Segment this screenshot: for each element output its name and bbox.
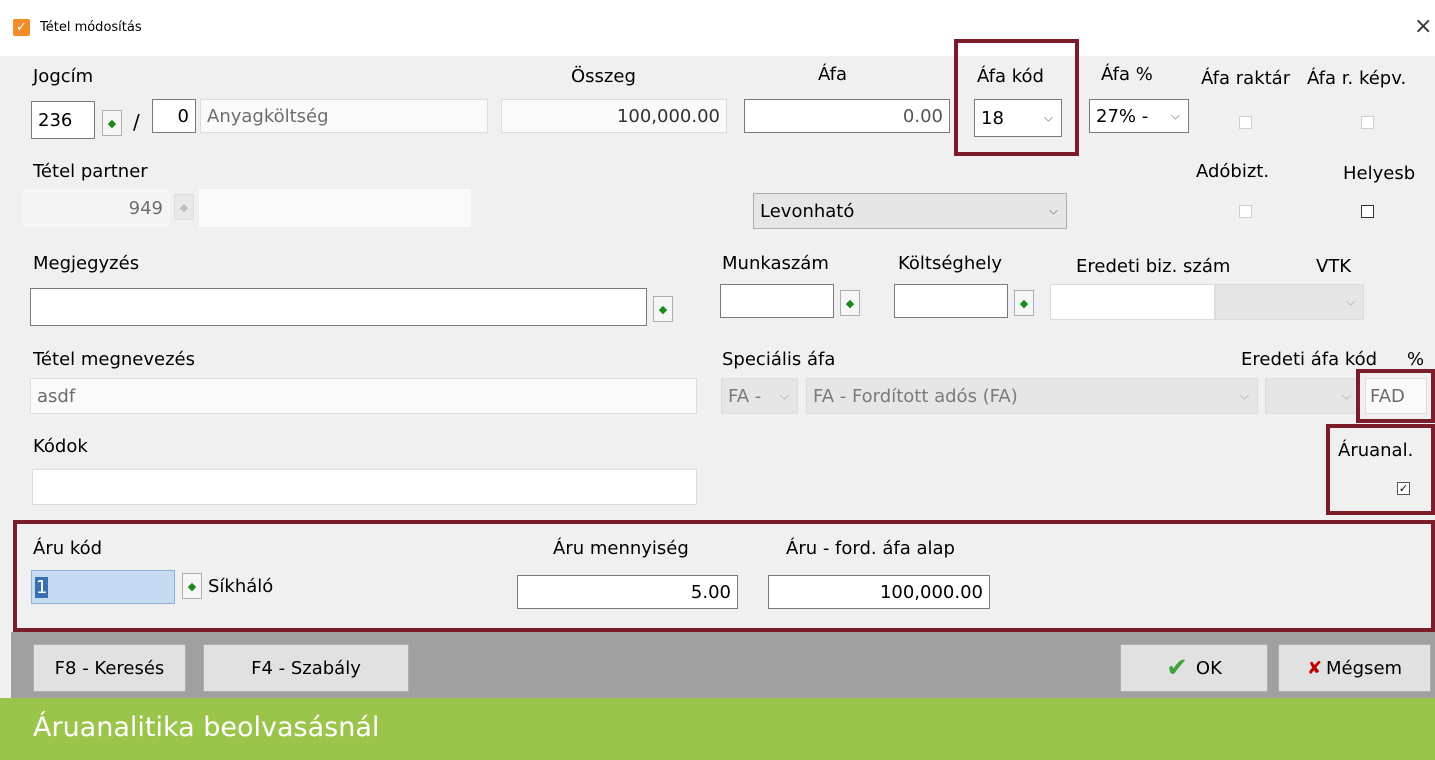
koltseghely-pick-button[interactable]: ◆ xyxy=(1014,290,1034,316)
label-pct: % xyxy=(1407,349,1425,370)
spec-afa-name-select: FA - Fordított adós (FA) ⌵ xyxy=(806,378,1258,414)
chevron-down-icon: ⌵ xyxy=(779,388,789,403)
highlight-afa-kod xyxy=(954,39,1079,156)
munkaszam-pick-button[interactable]: ◆ xyxy=(840,290,860,316)
app-icon: ✓ xyxy=(13,19,30,36)
label-tetel-megnevezes: Tétel megnevezés xyxy=(33,349,196,370)
jogcim-separator: / xyxy=(133,110,140,134)
tetel-megnevezes-field: asdf xyxy=(30,378,697,414)
helyesb-checkbox[interactable] xyxy=(1361,205,1374,218)
jogcim-code-input[interactable]: 236 xyxy=(31,101,95,139)
arrow-left-icon: ◆ xyxy=(187,579,197,593)
x-icon: ✘ xyxy=(1306,657,1323,679)
caption-text: Áruanalitika beolvasásnál xyxy=(33,712,380,743)
caption-bar: Áruanalitika beolvasásnál xyxy=(0,698,1435,760)
label-megjegyzes: Megjegyzés xyxy=(33,253,140,274)
spec-afa-code-value: FA - xyxy=(728,385,762,407)
label-vtk: VTK xyxy=(1316,256,1352,277)
label-kodok: Kódok xyxy=(33,436,88,457)
spec-afa-code-select: FA - ⌵ xyxy=(721,378,798,414)
chevron-down-icon: ⌵ xyxy=(1170,108,1180,123)
afa-raktar-checkbox[interactable] xyxy=(1239,116,1252,129)
aru-kod-pick-button[interactable]: ◆ xyxy=(182,573,202,599)
osszeg-field: 100,000.00 xyxy=(501,99,727,133)
label-eredeti-afa-kod: Eredeti áfa kód xyxy=(1241,349,1378,370)
highlight-fad xyxy=(1356,369,1435,423)
label-afa-raktar: Áfa raktár xyxy=(1201,68,1291,89)
label-aru-mennyiseg: Áru mennyiség xyxy=(553,538,689,559)
aru-kod-input[interactable]: 1 xyxy=(31,570,175,604)
munkaszam-input[interactable] xyxy=(720,284,834,318)
window-title: Tétel módosítás xyxy=(40,20,142,35)
afa-pct-select[interactable]: 27% - ⌵ xyxy=(1089,99,1189,133)
highlight-aruanal xyxy=(1326,424,1435,515)
cancel-label: Mégsem xyxy=(1326,657,1403,679)
f4-rule-button[interactable]: F4 - Szabály xyxy=(203,644,409,692)
chevron-down-icon: ⌵ xyxy=(1239,388,1249,403)
label-eredeti-biz-szam: Eredeti biz. szám xyxy=(1076,256,1231,277)
aru-ford-afa-alap-input[interactable]: 100,000.00 xyxy=(768,575,990,609)
jogcim-name-field: Anyagköltség xyxy=(200,99,488,133)
aru-name: Síkháló xyxy=(208,576,274,597)
label-aru-kod: Áru kód xyxy=(33,538,103,559)
eredeti-biz-szam-input[interactable] xyxy=(1050,284,1215,320)
aru-kod-value: 1 xyxy=(35,576,49,598)
adobizt-checkbox[interactable] xyxy=(1239,205,1252,218)
levonhato-value: Levonható xyxy=(760,200,855,222)
arrow-left-icon: ◆ xyxy=(845,296,855,310)
f8-search-button[interactable]: F8 - Keresés xyxy=(33,644,186,692)
label-afa-pct: Áfa % xyxy=(1101,64,1153,85)
close-button[interactable]: × xyxy=(1414,14,1432,39)
check-icon: ✔ xyxy=(1166,653,1188,683)
label-afa: Áfa xyxy=(818,64,848,85)
partner-name-field xyxy=(199,189,471,227)
label-helyesb: Helyesb xyxy=(1343,163,1416,184)
aru-mennyiseg-input[interactable]: 5.00 xyxy=(517,575,738,609)
ok-label: OK xyxy=(1195,657,1222,679)
afa-pct-value: 27% - xyxy=(1096,105,1149,127)
label-koltseghely: Költséghely xyxy=(898,253,1002,274)
levonhato-select[interactable]: Levonható ⌵ xyxy=(753,193,1067,229)
eredeti-afa-kod-select: ⌵ xyxy=(1265,378,1360,414)
label-afa-r-kepv: Áfa r. képv. xyxy=(1307,68,1407,89)
chevron-down-icon: ⌵ xyxy=(1341,388,1351,403)
afa-r-kepv-checkbox[interactable] xyxy=(1361,116,1374,129)
cancel-button[interactable]: ✘ Mégsem xyxy=(1278,644,1431,692)
megjegyzes-input[interactable] xyxy=(30,288,647,326)
jogcim-sub-input[interactable]: 0 xyxy=(152,99,196,133)
megjegyzes-pick-button[interactable]: ◆ xyxy=(653,296,673,322)
ok-button[interactable]: ✔ OK xyxy=(1120,644,1268,692)
partner-pick-button: ◆ xyxy=(174,194,194,220)
chevron-down-icon: ⌵ xyxy=(1345,294,1355,309)
label-specialis-afa: Speciális áfa xyxy=(722,349,836,370)
label-adobizt: Adóbizt. xyxy=(1196,161,1270,182)
arrow-left-icon: ◆ xyxy=(107,116,117,130)
partner-code-field: 949 xyxy=(23,189,170,227)
label-osszeg: Összeg xyxy=(571,66,636,87)
jogcim-pick-button[interactable]: ◆ xyxy=(102,110,122,136)
spec-afa-name-value: FA - Fordított adós (FA) xyxy=(813,385,1018,407)
kodok-input[interactable] xyxy=(32,469,697,505)
label-aru-ford-afa-alap: Áru - ford. áfa alap xyxy=(786,538,955,559)
chevron-down-icon: ⌵ xyxy=(1048,203,1058,218)
koltseghely-input[interactable] xyxy=(894,284,1008,318)
afa-input[interactable]: 0.00 xyxy=(744,99,950,133)
label-munkaszam: Munkaszám xyxy=(722,253,829,274)
label-tetel-partner: Tétel partner xyxy=(33,161,148,182)
title-bar: ✓ Tétel módosítás × xyxy=(0,0,1435,56)
vtk-select[interactable]: ⌵ xyxy=(1215,284,1364,320)
arrow-left-icon: ◆ xyxy=(1019,296,1029,310)
arrow-left-icon: ◆ xyxy=(658,302,668,316)
arrow-left-icon: ◆ xyxy=(179,200,189,214)
label-jogcim: Jogcím xyxy=(33,66,94,87)
